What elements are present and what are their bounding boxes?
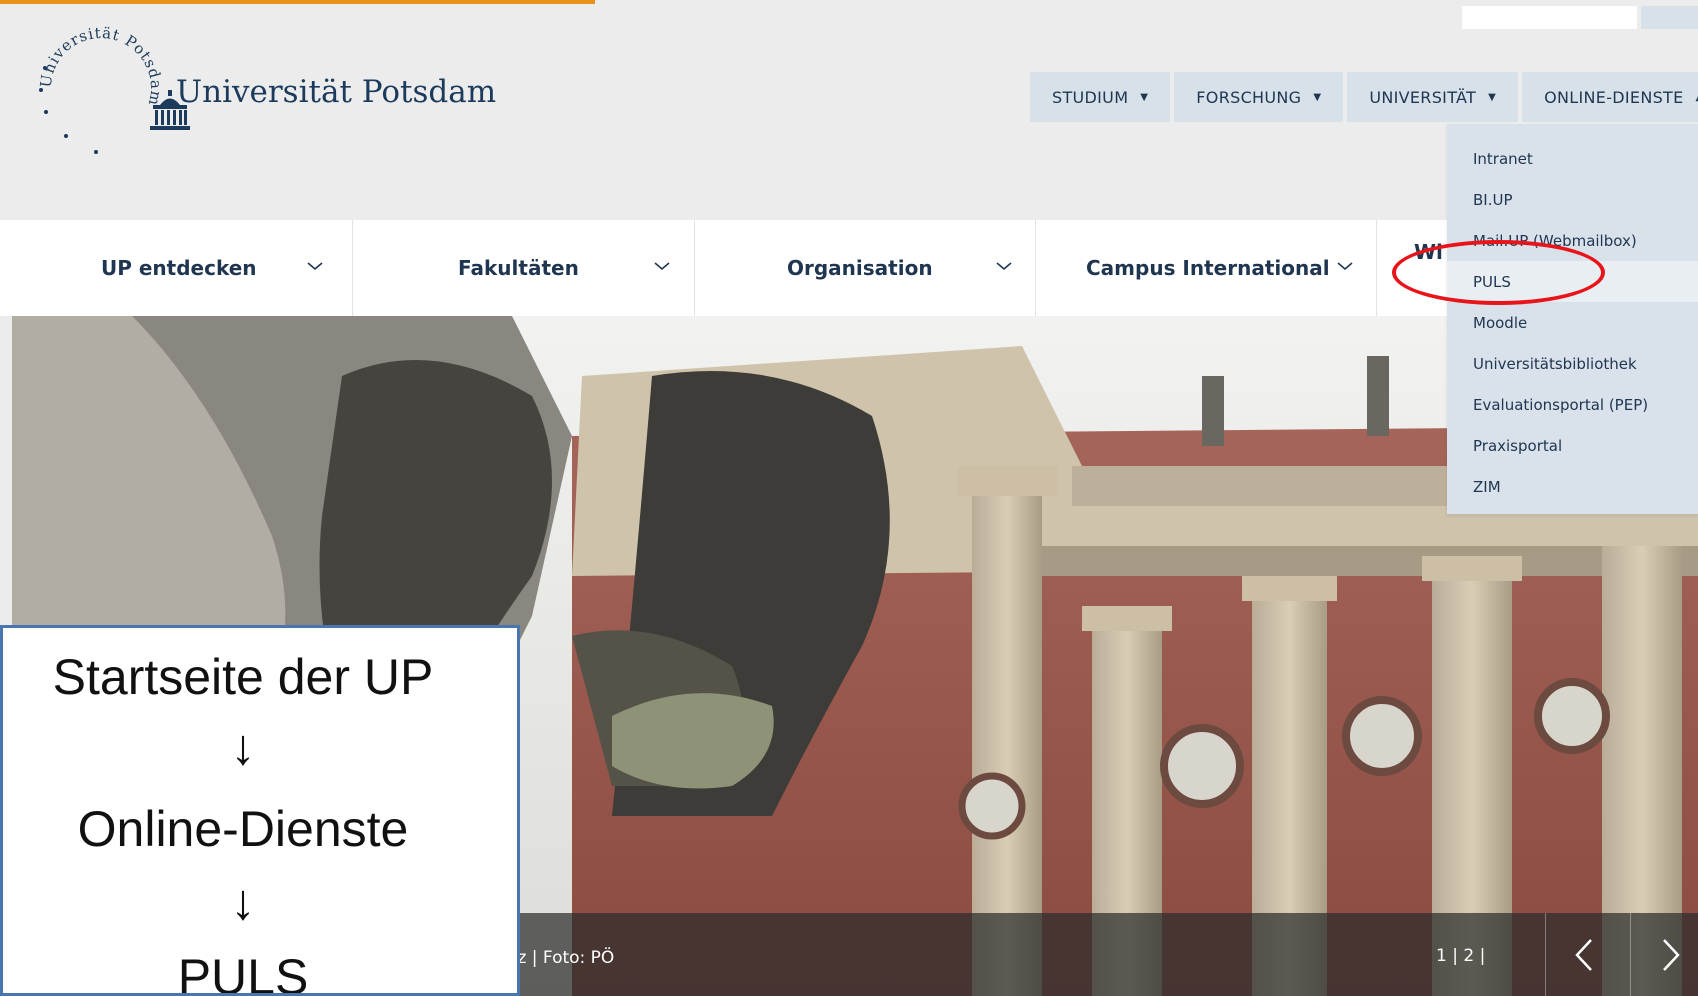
slide-prev-button[interactable] xyxy=(1561,930,1611,980)
secnav-fakultaeten[interactable]: Fakultäten xyxy=(353,220,695,316)
university-seal: Universität Potsdam xyxy=(37,26,166,154)
secnav-label: Campus International xyxy=(1086,256,1330,280)
menu-item-moodle[interactable]: Moodle xyxy=(1447,302,1698,343)
secnav-campus-international[interactable]: Campus International xyxy=(1036,220,1377,316)
menu-item-praxisportal[interactable]: Praxisportal xyxy=(1447,425,1698,466)
chevron-down-icon xyxy=(1337,262,1353,271)
secnav-organisation[interactable]: Organisation xyxy=(695,220,1036,316)
chevron-down-icon xyxy=(996,262,1012,271)
annotation-step-1: Startseite der UP xyxy=(52,649,434,705)
university-logo[interactable]: Universität Potsdam Universität Potsdam xyxy=(36,26,496,156)
topnav-online-dienste[interactable]: ONLINE-DIENSTE ▲ xyxy=(1522,72,1698,122)
topnav-label: ONLINE-DIENSTE xyxy=(1544,87,1684,107)
topnav-universitaet[interactable]: UNIVERSITÄT ▼ xyxy=(1347,72,1519,122)
highlight-ellipse xyxy=(1392,240,1605,305)
chevron-down-icon xyxy=(654,262,670,271)
accent-bar xyxy=(0,0,595,4)
secnav-up-entdecken[interactable]: UP entdecken xyxy=(0,220,353,316)
caret-down-icon: ▼ xyxy=(1313,91,1322,103)
menu-item-universitaetsbibliothek[interactable]: Universitätsbibliothek xyxy=(1447,343,1698,384)
topnav-forschung[interactable]: FORSCHUNG ▼ xyxy=(1174,72,1344,122)
caret-down-icon: ▼ xyxy=(1488,91,1497,103)
secnav-label: UP entdecken xyxy=(101,256,257,280)
slide-next-button[interactable] xyxy=(1646,930,1696,980)
svg-text:Universität Potsdam: Universität Potsdam xyxy=(37,26,166,108)
annotation-step-3: PULS xyxy=(177,949,309,996)
top-navigation: STUDIUM ▼ FORSCHUNG ▼ UNIVERSITÄT ▼ ONLI… xyxy=(1030,72,1698,122)
site-title[interactable]: Universität Potsdam xyxy=(176,74,496,110)
menu-item-zim[interactable]: ZIM xyxy=(1447,466,1698,507)
menu-item-biup[interactable]: BI.UP xyxy=(1447,179,1698,220)
instruction-annotation: Startseite der UP ↓ Online-Dienste ↓ PUL… xyxy=(0,625,520,996)
pager-divider xyxy=(1630,913,1631,996)
chevron-down-icon xyxy=(307,262,323,271)
menu-item-evaluationsportal[interactable]: Evaluationsportal (PEP) xyxy=(1447,384,1698,425)
down-arrow-icon: ↓ xyxy=(230,719,256,775)
pager-divider xyxy=(1545,913,1546,996)
search-box[interactable] xyxy=(1462,6,1637,29)
page: Universität Potsdam Universität Potsdam … xyxy=(0,0,1698,996)
menu-item-intranet[interactable]: Intranet xyxy=(1447,138,1698,179)
chevron-right-icon xyxy=(1663,939,1680,971)
secnav-label: Fakultäten xyxy=(458,256,579,280)
topnav-label: STUDIUM xyxy=(1052,87,1129,107)
chevron-left-icon xyxy=(1575,939,1592,971)
topnav-label: FORSCHUNG xyxy=(1196,87,1302,107)
caret-down-icon: ▼ xyxy=(1140,91,1149,103)
down-arrow-icon: ↓ xyxy=(230,874,256,930)
topnav-studium[interactable]: STUDIUM ▼ xyxy=(1030,72,1171,122)
search-button[interactable] xyxy=(1641,6,1698,29)
online-dienste-dropdown: Intranet BI.UP Mail.UP (Webmailbox) PULS… xyxy=(1447,124,1698,514)
topnav-label: UNIVERSITÄT xyxy=(1369,87,1477,107)
slide-pager[interactable]: 1 | 2 | xyxy=(1436,946,1485,966)
secnav-label: Organisation xyxy=(787,256,933,280)
annotation-step-2: Online-Dienste xyxy=(77,801,409,857)
